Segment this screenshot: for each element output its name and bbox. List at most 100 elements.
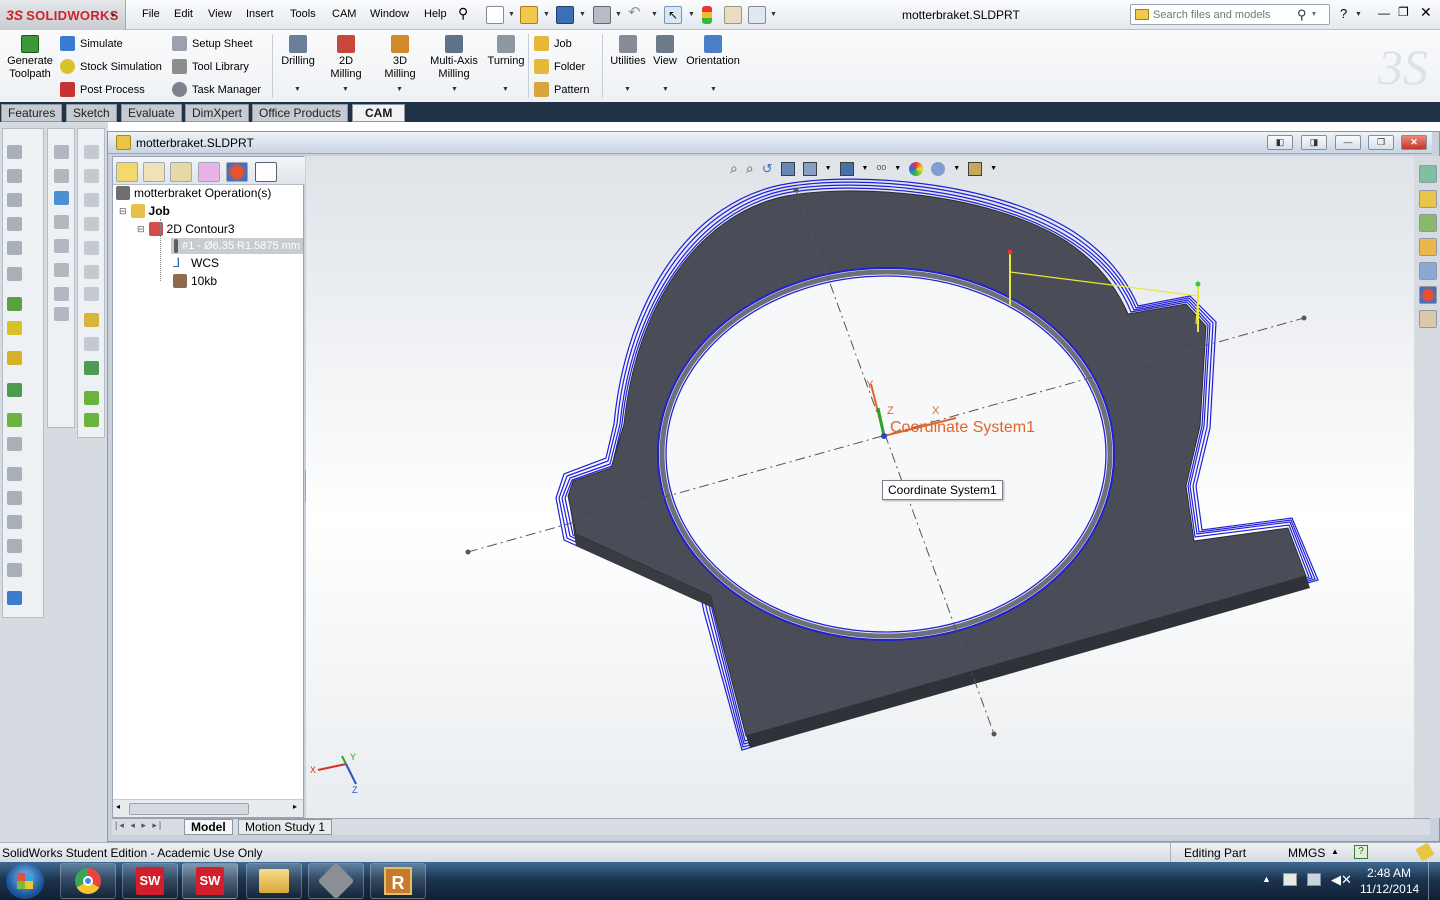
tab-evaluate[interactable]: Evaluate: [121, 104, 182, 122]
cam-operation-tab[interactable]: [143, 162, 165, 182]
undo-icon[interactable]: ↶: [628, 3, 646, 21]
feature-tool-icon[interactable]: [7, 491, 22, 505]
open-folder-icon[interactable]: [520, 6, 538, 24]
view-palette-tab-icon[interactable]: [1419, 262, 1437, 280]
network-icon[interactable]: [1307, 873, 1321, 886]
feature-tool-icon[interactable]: [7, 539, 22, 553]
tab-features[interactable]: Features: [1, 104, 63, 122]
folder-button[interactable]: Folder: [534, 59, 585, 74]
taskbar-ribbon-app[interactable]: R: [370, 863, 426, 899]
resources-tab-icon[interactable]: [1419, 165, 1437, 183]
view-tool-icon[interactable]: [84, 217, 99, 231]
feature-tool-icon[interactable]: [7, 297, 22, 311]
search-input[interactable]: [1153, 8, 1293, 21]
drilling-button[interactable]: Drilling: [280, 35, 316, 68]
turning-button[interactable]: Turning: [486, 35, 526, 68]
menu-view[interactable]: View: [208, 8, 232, 20]
help-button[interactable]: ?: [1340, 6, 1347, 21]
orientation-dropdown-icon[interactable]: ▼: [710, 86, 717, 93]
scroll-left-icon[interactable]: ◂: [116, 802, 120, 811]
show-desktop-button[interactable]: [1428, 862, 1440, 900]
rebuild-status-icon[interactable]: [1415, 842, 1435, 862]
sketch-tool-icon[interactable]: [7, 169, 22, 183]
post-process-button[interactable]: Post Process: [60, 82, 145, 97]
view-tool-icon[interactable]: [84, 145, 99, 159]
taskbar-solidworks-2[interactable]: SW: [182, 863, 238, 899]
sketch-tool-icon[interactable]: [7, 145, 22, 159]
units-dropdown-icon[interactable]: ▲: [1331, 847, 1339, 856]
tool-library-button[interactable]: Tool Library: [172, 59, 249, 74]
options-dropdown-icon[interactable]: ▼: [770, 11, 777, 18]
search-box[interactable]: ⚲ ▼: [1130, 4, 1330, 25]
view-tool-icon[interactable]: [84, 313, 99, 327]
clock-date[interactable]: 11/12/2014: [1360, 882, 1419, 896]
turning-dropdown-icon[interactable]: ▼: [502, 86, 509, 93]
sketch-tool-icon[interactable]: [7, 217, 22, 231]
print-icon[interactable]: [593, 6, 611, 24]
reference-tool-icon[interactable]: [54, 239, 69, 253]
3d-milling-dropdown-icon[interactable]: ▼: [396, 86, 403, 93]
help-status-icon[interactable]: ?: [1354, 845, 1368, 859]
tree-item-stock[interactable]: 10kb: [173, 274, 217, 288]
generate-toolpath-button[interactable]: Generate Toolpath: [6, 35, 54, 81]
tab-scroll-arrows-icon[interactable]: |◂ ◂ ▸ ▸|: [115, 820, 163, 831]
close-icon[interactable]: ✕: [1420, 4, 1432, 21]
undo-dropdown-icon[interactable]: ▼: [651, 11, 658, 18]
tree-item-wcs[interactable]: ⅃ WCS: [173, 256, 219, 271]
view-tool-icon[interactable]: [84, 337, 99, 351]
multi-axis-milling-button[interactable]: Multi-Axis Milling: [428, 35, 480, 81]
view-tool-icon[interactable]: [84, 265, 99, 279]
new-document-icon[interactable]: [486, 6, 504, 24]
task-manager-button[interactable]: Task Manager: [172, 82, 261, 97]
menu-insert[interactable]: Insert: [246, 8, 274, 20]
file-explorer-tab-icon[interactable]: [1419, 238, 1437, 256]
tree-item-contour[interactable]: ⊟ 2D Contour3: [137, 222, 235, 236]
tab-sketch[interactable]: Sketch: [66, 104, 117, 122]
design-library-tab-icon[interactable]: [1419, 214, 1437, 232]
scroll-thumb[interactable]: [129, 803, 249, 815]
feature-tool-icon[interactable]: [7, 563, 22, 577]
menu-cam[interactable]: CAM: [332, 8, 356, 20]
action-center-flag-icon[interactable]: [1283, 873, 1297, 886]
tab-office-products[interactable]: Office Products: [252, 104, 348, 122]
utilities-dropdown-icon[interactable]: ▼: [624, 86, 631, 93]
solidworks-logo[interactable]: 3S SOLIDWORKS ▸: [0, 0, 126, 30]
2d-milling-button[interactable]: 2D Milling: [322, 35, 370, 81]
feature-tool-icon[interactable]: [7, 515, 22, 529]
print-dropdown-icon[interactable]: ▼: [615, 11, 622, 18]
menu-file[interactable]: File: [142, 8, 160, 20]
feature-tool-icon[interactable]: [7, 351, 22, 365]
tab-dimxpert[interactable]: DimXpert: [185, 104, 250, 122]
feature-tool-icon[interactable]: [7, 413, 22, 427]
new-dropdown-icon[interactable]: ▼: [508, 11, 515, 18]
sketch-tool-icon[interactable]: [7, 193, 22, 207]
reference-tool-icon[interactable]: [54, 169, 69, 183]
appearances-tab-icon[interactable]: [1419, 286, 1437, 304]
view-tool-icon[interactable]: [84, 361, 99, 375]
taskbar-solidworks-1[interactable]: SW: [122, 863, 178, 899]
reference-tool-icon[interactable]: [54, 215, 69, 229]
pin-icon[interactable]: ⚲: [458, 5, 476, 23]
graphics-viewport[interactable]: ⌕ ⌕ ↺ ▼ ▼ ᵒᵒ ▼ ▼ ▼ Y Z X Coordinate Syst…: [306, 156, 1414, 818]
save-dropdown-icon[interactable]: ▼: [579, 11, 586, 18]
view-tool-icon[interactable]: [84, 413, 99, 427]
setup-sheet-button[interactable]: Setup Sheet: [172, 36, 253, 51]
tab-model[interactable]: Model: [184, 819, 233, 835]
volume-muted-icon[interactable]: ◀✕: [1331, 872, 1352, 888]
minimize-icon[interactable]: —: [1378, 6, 1390, 20]
pattern-button[interactable]: Pattern: [534, 82, 589, 97]
multi-axis-dropdown-icon[interactable]: ▼: [451, 86, 458, 93]
3d-milling-button[interactable]: 3D Milling: [376, 35, 424, 81]
tab-cam[interactable]: CAM: [352, 104, 406, 122]
doc-close-button[interactable]: ✕: [1401, 135, 1427, 150]
clock-time[interactable]: 2:48 AM: [1367, 866, 1411, 880]
custom-properties-tab-icon[interactable]: [1419, 310, 1437, 328]
tree-item-job[interactable]: ⊟ Job: [119, 204, 170, 218]
taskbar-chrome[interactable]: [60, 863, 116, 899]
reference-tool-icon[interactable]: [54, 263, 69, 277]
menu-help[interactable]: Help: [424, 8, 447, 20]
feature-tool-icon[interactable]: [7, 383, 22, 397]
view-tool-icon[interactable]: [84, 391, 99, 405]
open-dropdown-icon[interactable]: ▼: [543, 11, 550, 18]
utilities-button[interactable]: Utilities: [608, 35, 648, 68]
